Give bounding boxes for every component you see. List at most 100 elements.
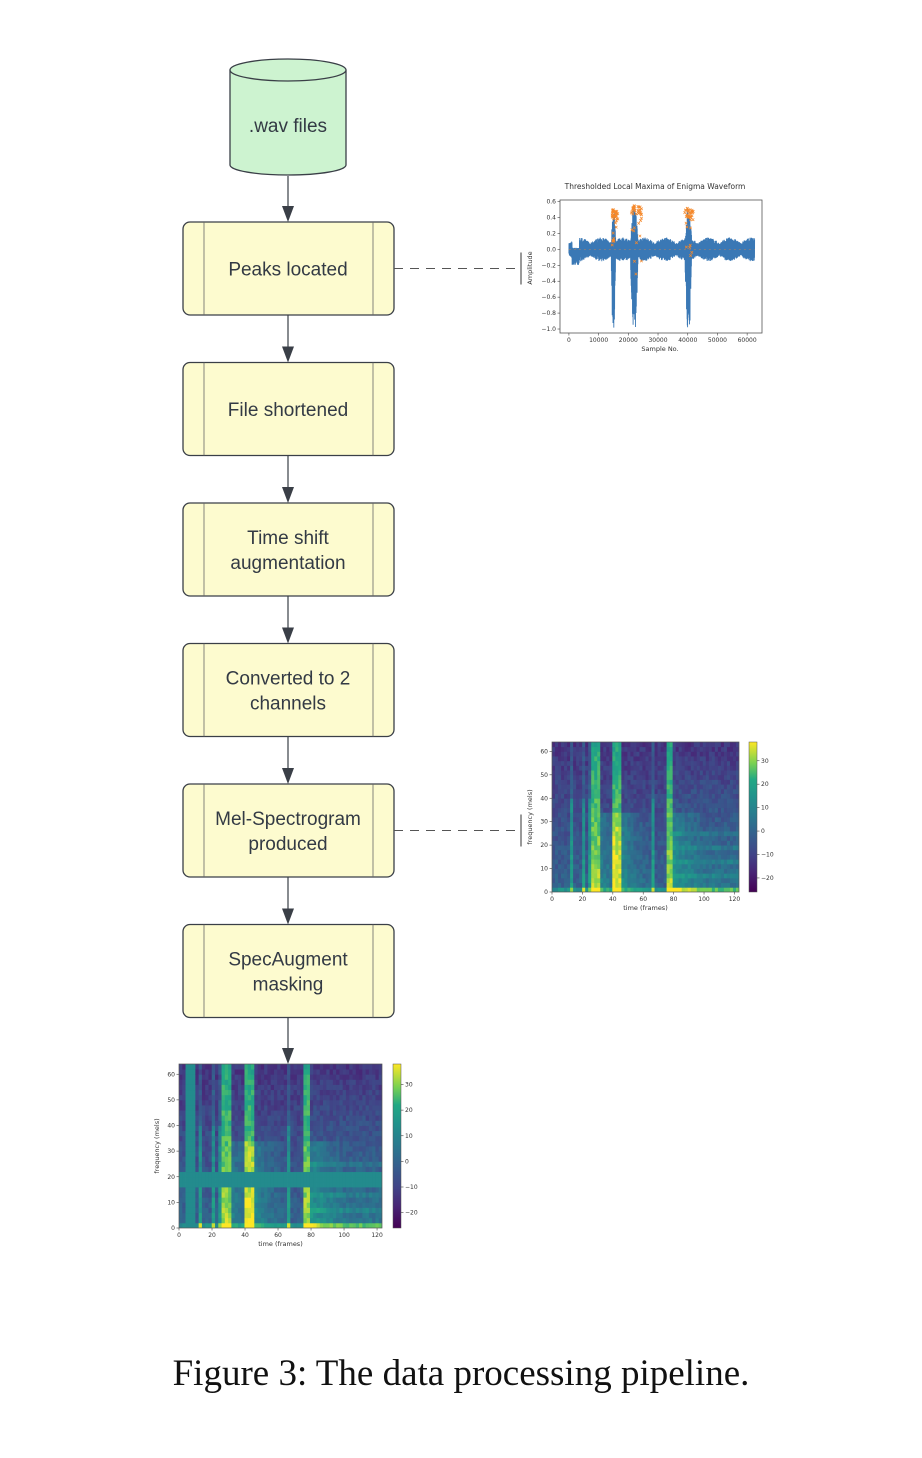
spectrogram-cell [573, 802, 577, 809]
process-node-1[interactable]: Peaks located [182, 221, 395, 316]
spectrogram-cell [300, 1115, 304, 1121]
spectrogram-cell [555, 877, 559, 884]
spectrogram-cell [621, 760, 625, 766]
spectrogram-cell [702, 770, 707, 776]
spectrogram-cell [699, 746, 704, 752]
spectrogram-cell [195, 1099, 200, 1106]
spectrogram-cell [621, 817, 625, 823]
spectrogram-cell [567, 817, 571, 823]
spectrogram-cell [372, 1202, 376, 1208]
spectrogram-cell [293, 1207, 298, 1214]
process-node-6[interactable]: SpecAugmentmasking [182, 923, 395, 1019]
x-tick-label: 60000 [738, 337, 757, 344]
spectrogram-cell [693, 868, 698, 874]
spectrogram-cell [287, 1161, 291, 1167]
process-node-5[interactable]: Mel-Spectrogramproduced [182, 783, 395, 878]
spectrogram-cell [714, 742, 719, 748]
spectrogram-cell [336, 1202, 340, 1208]
spectrogram-cell [241, 1140, 245, 1147]
spectrogram-cell [336, 1125, 340, 1132]
spectrogram-cell [251, 1181, 255, 1188]
spectrogram-cell [336, 1222, 340, 1228]
spectrogram-cell [606, 868, 610, 874]
spectrogram-cell [188, 1115, 193, 1121]
spectrogram-cell [368, 1207, 373, 1214]
spectrogram-cell [699, 845, 704, 851]
waveform-ylabel: Amplitude [526, 251, 534, 284]
spectrogram-cell [588, 821, 592, 827]
spectrogram-cell [293, 1202, 298, 1208]
spectrogram-cell [660, 779, 664, 785]
spectrogram-cell [195, 1156, 200, 1162]
spectrogram-cell [300, 1166, 304, 1173]
spectrogram-cell [247, 1192, 252, 1198]
spectrogram-cell [603, 774, 607, 780]
spectrogram-cell [627, 877, 631, 884]
spectrogram-cell [615, 770, 619, 776]
spectrogram-cell [627, 788, 631, 794]
spectrogram-cell [624, 774, 628, 780]
spectrogram-cell [201, 1146, 206, 1152]
spectrogram-cell [290, 1222, 294, 1228]
spectrogram-cell [621, 859, 625, 865]
spectrogram-cell [606, 840, 610, 846]
spectrogram-cell [615, 802, 619, 809]
spectrogram-cell [251, 1079, 255, 1085]
spectrogram-cell [663, 765, 668, 771]
spectrogram-cell [368, 1105, 373, 1111]
spectrogram-cell [300, 1110, 304, 1116]
spectrogram-cell [696, 788, 701, 794]
spectrogram-cell [591, 826, 595, 832]
spectrogram-cell [711, 873, 716, 879]
spectrogram-cell [237, 1110, 242, 1116]
spectrogram-cell [687, 746, 692, 752]
spectrogram-cell [362, 1120, 367, 1126]
spectrogram-cell [277, 1166, 281, 1173]
spectrogram-cell [663, 835, 668, 841]
spectrogram-cell [290, 1120, 294, 1126]
spectrogram-cell [323, 1079, 327, 1085]
spectrogram-cell [600, 812, 604, 818]
spectrogram-cell [287, 1202, 291, 1208]
spectrogram-cell [293, 1161, 298, 1167]
wav-files-node[interactable]: .wav files [229, 58, 347, 176]
process-node-4[interactable]: Converted to 2channels [182, 642, 395, 738]
spectrogram-cell [729, 802, 734, 809]
spectrogram-cell [273, 1094, 278, 1101]
spectrogram-cell [375, 1135, 380, 1142]
spectrogram-cell [267, 1099, 272, 1106]
spectrogram-cell [257, 1094, 262, 1101]
spectrogram-cell [732, 873, 737, 879]
spectrogram-cell [228, 1161, 232, 1167]
process-node-2[interactable]: File shortened [182, 361, 395, 457]
spectrogram-cell [368, 1146, 373, 1152]
spectrogram-cell [257, 1105, 262, 1111]
spectrogram-cell [234, 1171, 239, 1178]
spectrogram-cell [182, 1110, 186, 1116]
spectrogram-cell [211, 1125, 216, 1132]
spectrogram-cell [693, 882, 698, 888]
spectrogram-cell [582, 826, 586, 832]
colorbar-tick-label: 10 [761, 805, 769, 812]
spectrogram-cell [349, 1146, 353, 1152]
spectrogram-cell [702, 793, 707, 799]
spectrogram-cell [208, 1202, 213, 1208]
spectrogram-cell [283, 1171, 288, 1178]
spectrogram-cell [237, 1176, 242, 1183]
process-node-3[interactable]: Time shiftaugmentation [182, 502, 395, 597]
spectrogram-cell [681, 826, 686, 832]
spectrogram-cell [303, 1084, 308, 1091]
spectrogram-cell [726, 807, 731, 813]
spectrogram-cell [264, 1197, 268, 1203]
spectrogram-cell [303, 1192, 308, 1198]
spectrogram-cell [732, 887, 737, 892]
spectrogram-cell [313, 1222, 317, 1228]
spectrogram-cell [365, 1176, 370, 1183]
spectrogram-cell [244, 1135, 249, 1142]
spectrogram-cell [684, 854, 689, 860]
spectrogram-cell [342, 1089, 347, 1096]
spectrogram-cell [260, 1105, 265, 1111]
spectrogram-cell [228, 1187, 232, 1193]
spectrogram-cell [195, 1222, 200, 1228]
spectrogram-cell [254, 1120, 258, 1126]
